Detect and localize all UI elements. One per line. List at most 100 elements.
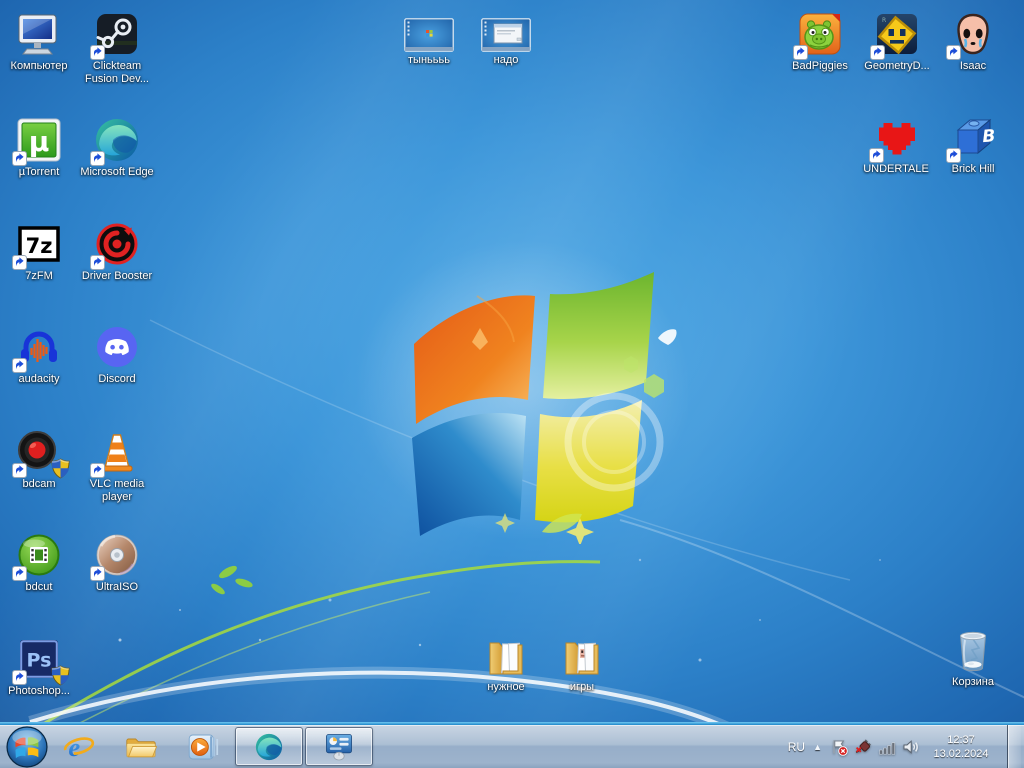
uac-shield-icon (51, 458, 70, 479)
shortcut-arrow-icon (793, 45, 808, 60)
shortcut-arrow-icon (90, 566, 105, 581)
brick-hill-icon: B (946, 113, 997, 163)
desktop-icon-label: Clickteam Fusion Dev... (85, 60, 149, 85)
desktop-icon-discord[interactable]: Discord (79, 323, 155, 386)
geometry-dash-icon: R (870, 10, 921, 60)
shortcut-arrow-icon (90, 151, 105, 166)
desktop-icon-utorrent[interactable]: µ µTorrent (1, 116, 77, 179)
shortcut-arrow-icon (946, 45, 961, 60)
shortcut-arrow-icon (12, 255, 27, 270)
edge-icon (255, 733, 283, 760)
shortcut-arrow-icon (12, 151, 27, 166)
folder-games-icon (558, 631, 606, 679)
isaac-icon (946, 10, 997, 60)
desktop-icon-label: Компьютер (10, 60, 68, 72)
shortcut-arrow-icon (12, 358, 27, 373)
desktop-icon-label: Photoshop... (8, 685, 70, 697)
desktop-icon-brick-hill[interactable]: B Brick Hill (935, 113, 1011, 176)
taskbar: e RU ▲ 12:37 13.02.2024 (0, 722, 1024, 768)
desktop-icon-ultraiso[interactable]: UltraISO (79, 531, 155, 594)
desktop-icon-label: UltraISO (95, 581, 139, 593)
desktop-icon-vlc[interactable]: VLC media player (79, 428, 155, 504)
shortcut-arrow-icon (90, 45, 105, 60)
taskbar-app-microsoft-edge[interactable] (235, 727, 303, 766)
computer-icon (15, 10, 63, 58)
desktop-icon-label: 7zFM (25, 270, 53, 282)
start-button[interactable] (6, 725, 48, 768)
desktop-icon-label: Microsoft Edge (80, 166, 154, 178)
tray-network-icon[interactable] (878, 738, 896, 756)
desktop-icon-photoshop[interactable]: Ps Photoshop... (1, 635, 77, 698)
desktop-icon-bdcut[interactable]: bdcut (1, 531, 77, 594)
desktop-icon-computer[interactable]: Компьютер (1, 10, 77, 73)
desktop-icon-recycle-bin[interactable]: Корзина (935, 626, 1011, 689)
clock-time: 12:37 (947, 733, 975, 746)
windows-start-orb-icon (6, 725, 48, 768)
show-desktop-button[interactable] (1007, 725, 1021, 768)
taskbar-apps: e (48, 725, 374, 768)
desktop-icon-label: VLC media player (89, 478, 145, 503)
desktop-icon-undertale[interactable]: UNDERTALE (858, 113, 934, 176)
desktop-icon-nado[interactable]: надо (468, 12, 544, 67)
desktop-icon-igry[interactable]: игры (544, 631, 620, 694)
desktop-icon-label: bdcam (22, 478, 56, 490)
show-hidden-icons-arrow[interactable]: ▲ (813, 742, 822, 752)
desktop-icon-label: UNDERTALE (863, 163, 929, 175)
tray-action-center-icon[interactable] (830, 738, 848, 756)
tray-volume-icon[interactable] (902, 738, 920, 756)
desktop-icon-label: надо (493, 54, 519, 66)
desktop-icon-tynnn[interactable]: тыньььь (391, 12, 467, 67)
desktop-icon-label: BadPiggies (792, 60, 848, 72)
desktop-icon-label: Корзина (952, 676, 994, 688)
tray-icons (830, 738, 920, 756)
language-indicator[interactable]: RU (788, 740, 805, 754)
wmp-icon (188, 734, 219, 759)
desktop-icon-bad-piggies[interactable]: BadPiggies (782, 10, 858, 73)
desktop-icon-geometry-dash[interactable]: R GeometryD... (859, 10, 935, 73)
desktop-icon-microsoft-edge[interactable]: Microsoft Edge (79, 116, 155, 179)
clock[interactable]: 12:37 13.02.2024 (928, 733, 994, 761)
shortcut-arrow-icon (869, 148, 884, 163)
desktop-icon-clickteam-fusion[interactable]: Clickteam Fusion Dev... (79, 10, 155, 86)
taskbar-app-windows-media-player[interactable] (172, 725, 234, 768)
desktop-icon-7zfm[interactable]: 7z 7zFM (1, 220, 77, 283)
display-settings-icon (326, 733, 352, 760)
desktop-icon-bdcam[interactable]: bdcam (1, 428, 77, 491)
desktop-icon-label: игры (569, 681, 595, 693)
clock-date: 13.02.2024 (933, 747, 989, 760)
desktop-icon-nuzhnoe[interactable]: нужное (468, 631, 544, 694)
audacity-icon (12, 323, 63, 373)
desktop-icon-label: Isaac (959, 60, 987, 72)
desktop-icon-label: audacity (18, 373, 60, 385)
taskbar-app-internet-explorer[interactable]: e (48, 725, 110, 768)
taskbar-app-display-settings[interactable] (305, 727, 373, 766)
explorer-icon (126, 738, 157, 757)
desktop-icon-isaac[interactable]: Isaac (935, 10, 1011, 73)
shortcut-arrow-icon (90, 255, 105, 270)
bdcam-icon (12, 428, 70, 479)
shortcut-arrow-icon (12, 566, 27, 581)
desktop-icon-label: µTorrent (18, 166, 60, 178)
windows7-desktop: Компьютер Clickteam Fusion Dev... µ µTorren… (0, 0, 1024, 768)
desktop-background: Компьютер Clickteam Fusion Dev... µ µTorren… (0, 0, 1024, 722)
taskbar-app-windows-explorer[interactable] (110, 725, 172, 768)
desktop-icon-driver-booster[interactable]: Driver Booster (79, 220, 155, 283)
desktop-icon-audacity[interactable]: audacity (1, 323, 77, 386)
shortcut-arrow-icon (870, 45, 885, 60)
ultraiso-icon (90, 531, 141, 581)
photoshop-icon: Ps (12, 635, 70, 686)
desktop-icon-label: Brick Hill (951, 163, 995, 175)
discord-icon (93, 323, 141, 371)
taskbar-body: e RU ▲ 12:37 13.02.2024 (0, 725, 1024, 768)
svg-text:Ps: Ps (27, 650, 52, 672)
bad-piggies-icon (793, 10, 844, 60)
shortcut-arrow-icon (12, 670, 27, 685)
desktop-icon-label: нужное (487, 681, 525, 693)
tray-device-plug-icon[interactable] (854, 738, 872, 756)
svg-text:7z: 7z (26, 234, 53, 258)
shortcut-arrow-icon (90, 463, 105, 478)
screenshot-thumb-desktop-icon (404, 18, 454, 52)
utorrent-icon: µ (12, 116, 63, 166)
svg-text:B: B (982, 126, 996, 147)
folder-icon (482, 631, 530, 679)
